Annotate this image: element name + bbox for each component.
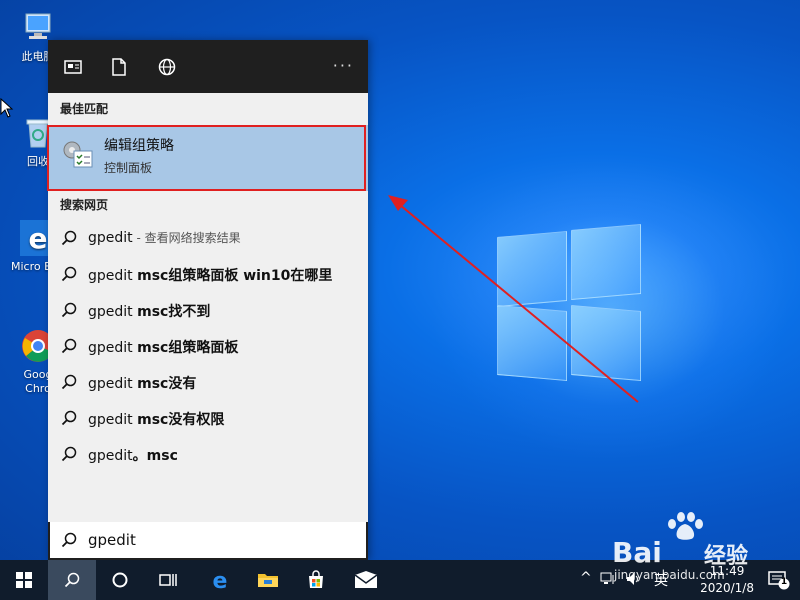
highlight-annotation-box [47,125,366,191]
taskbar-search-button[interactable] [48,560,96,600]
search-icon [60,531,78,549]
edge-icon: e [213,569,228,591]
web-suggestion-item[interactable]: gpedit msc组策略面板 win10在哪里 [48,256,368,292]
suggestion-bold: msc组策略面板 win10在哪里 [137,268,333,284]
suggestion-bold: msc没有权限 [137,412,225,428]
suggestion-bold: msc组策略面板 [137,340,239,356]
web-suggestion-item[interactable]: gpedit msc没有 [48,364,368,400]
start-icon [16,572,32,588]
globe-icon[interactable] [156,56,178,78]
search-icon [60,445,78,463]
suggestion-prefix: gpedit [88,340,138,356]
start-button[interactable] [0,560,48,600]
more-options-button[interactable]: ··· [333,56,354,75]
mouse-cursor-icon [0,98,14,118]
search-input[interactable] [88,529,348,551]
suggestion-text: gpedit msc组策略面板 [88,337,238,357]
cortana-icon [112,572,128,588]
start-search-panel: ··· 最佳匹配 编辑组策略 控制面板 搜索网页 gpedit - 查看网络搜索… [48,40,368,560]
tray-chevron-button[interactable]: ^ [580,570,592,586]
clock-date: 2020/1/8 [700,581,754,595]
search-icon [60,229,78,247]
mail-button[interactable] [342,560,390,600]
document-icon[interactable] [108,56,130,78]
suggestion-prefix: gpedit [88,268,138,284]
cortana-button[interactable] [96,560,144,600]
best-match-heading: 最佳匹配 [60,102,109,116]
suggestion-text: gpedit。msc [88,445,178,465]
suggestion-prefix: gpedit [88,376,138,392]
svg-text:e: e [29,222,48,255]
web-suggestion-item[interactable]: gpedit msc组策略面板 [48,328,368,364]
paw-logo-icon [668,512,703,540]
suggestion-bold: 。msc [132,448,178,464]
watermark-brand: Bai [612,536,662,569]
panel-header: ··· [48,40,368,93]
news-icon[interactable] [62,56,84,78]
suggestion-text: gpedit msc找不到 [88,301,210,321]
suggestion-prefix: gpedit [88,304,138,320]
suggestion-text: gpedit msc组策略面板 win10在哪里 [88,265,332,285]
store-icon [309,570,323,588]
search-icon [60,265,78,283]
search-icon [60,337,78,355]
search-icon [60,373,78,391]
search-web-heading: 搜索网页 [60,198,109,212]
watermark-brand-2: 经验 [704,544,749,569]
search-icon [60,301,78,319]
suggestion-text: gpedit msc没有 [88,373,196,393]
watermark-url: jingyan.baidu.com [614,568,725,582]
search-icon [64,572,80,588]
file-explorer-button[interactable] [244,560,292,600]
notification-count: 1 [780,577,788,587]
notification-center-button[interactable]: 1 [768,570,790,590]
search-box[interactable] [48,522,368,560]
web-suggestion-item[interactable]: gpedit msc没有权限 [48,400,368,436]
suggestion-prefix: gpedit [88,230,133,246]
mail-icon [354,571,378,588]
suggestion-bold: msc没有 [137,376,197,392]
web-suggestion-item[interactable]: gpedit msc找不到 [48,292,368,328]
store-button[interactable] [292,560,340,600]
suggestion-text: gpedit - 查看网络搜索结果 [88,229,241,246]
suggestion-text: gpedit msc没有权限 [88,409,224,429]
svg-text:e: e [213,569,228,591]
web-suggestion-item[interactable]: gpedit - 查看网络搜索结果 [48,220,368,256]
suggestion-prefix: gpedit [88,412,138,428]
baidu-watermark: Bai 经验 jingyan.baidu.com [612,512,762,582]
search-icon [60,409,78,427]
task-view-icon [159,574,177,586]
taskbar-edge-button[interactable]: e [196,560,244,600]
red-arrow-annotation [388,195,639,403]
task-view-button[interactable] [144,560,192,600]
suggestion-prefix: gpedit [88,448,133,464]
web-suggestion-item[interactable]: gpedit。msc [48,436,368,472]
suggestion-bold: msc找不到 [137,304,211,320]
file-explorer-icon [258,574,278,587]
suggestion-hint: - 查看网络搜索结果 [132,231,241,245]
